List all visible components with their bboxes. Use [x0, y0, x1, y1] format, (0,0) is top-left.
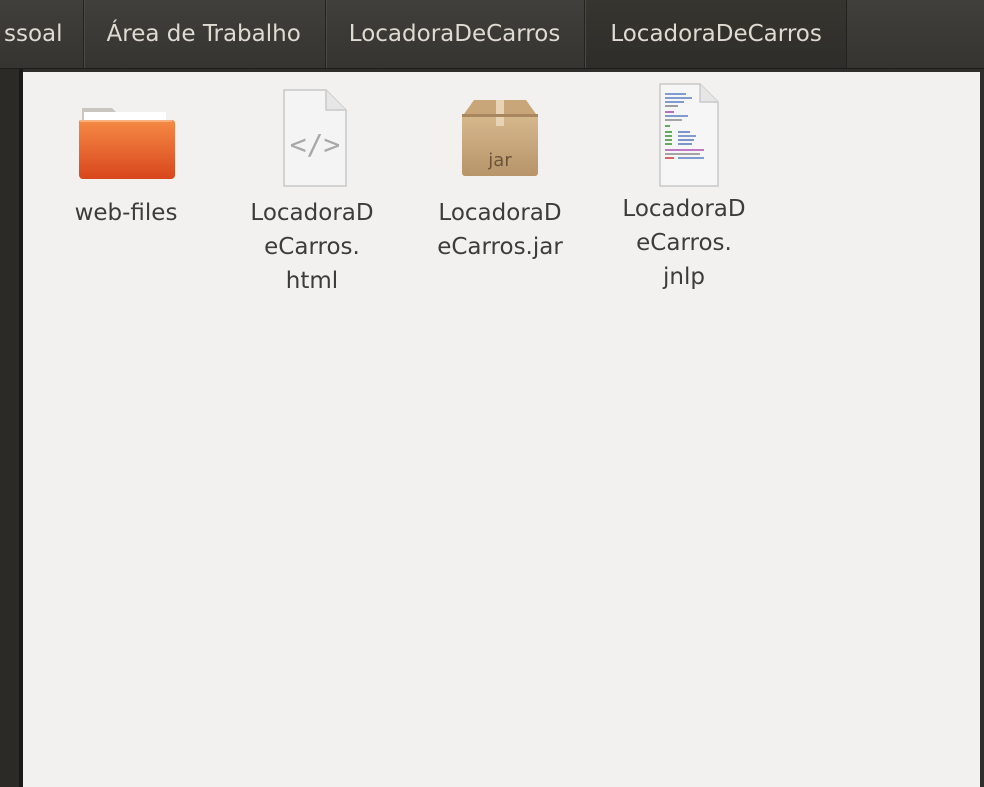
file-name-line: eCarros.jar — [437, 234, 563, 260]
file-item-jar[interactable]: jar LocadoraD eCarros.jar — [415, 86, 585, 264]
breadcrumb-area-de-trabalho[interactable]: Área de Trabalho — [83, 0, 326, 68]
file-item-web-files[interactable]: web-files — [41, 86, 211, 230]
folder-icon — [76, 86, 176, 196]
file-name-line: web-files — [74, 200, 178, 226]
file-name-line: LocadoraD — [622, 196, 746, 222]
breadcrumb-locadoradecarros-current[interactable]: LocadoraDeCarros — [585, 0, 847, 68]
file-name: LocadoraD eCarros.jar — [420, 196, 580, 264]
breadcrumb-pessoal[interactable]: ssoal — [0, 0, 84, 68]
file-name: LocadoraD eCarros. html — [232, 196, 392, 298]
jar-package-icon: jar — [450, 86, 550, 196]
sidebar-edge — [0, 69, 19, 787]
file-item-jnlp[interactable]: LocadoraD eCarros. jnlp — [599, 82, 769, 294]
file-name-line: eCarros. — [636, 230, 732, 256]
file-name: LocadoraD eCarros. jnlp — [604, 192, 764, 294]
file-name-line: LocadoraD — [438, 200, 562, 226]
file-name-line: html — [285, 268, 339, 294]
path-bar: ssoal Área de Trabalho LocadoraDeCarros … — [0, 0, 984, 69]
file-manager-window: ssoal Área de Trabalho LocadoraDeCarros … — [0, 0, 984, 787]
file-view[interactable]: web-files </> LocadoraD eCarros. html ja… — [23, 72, 980, 787]
jar-badge-text: jar — [487, 150, 512, 171]
breadcrumb-locadoradecarros[interactable]: LocadoraDeCarros — [325, 0, 586, 68]
breadcrumb-label: LocadoraDeCarros — [348, 21, 561, 47]
breadcrumb-label: ssoal — [4, 21, 63, 47]
html-file-icon: </> — [262, 86, 362, 196]
file-name-line: LocadoraD — [250, 200, 374, 226]
jnlp-file-icon — [634, 82, 734, 192]
file-name-line: eCarros. — [264, 234, 360, 260]
svg-text:</>: </> — [290, 128, 341, 161]
breadcrumb-label: Área de Trabalho — [106, 21, 301, 47]
file-item-html[interactable]: </> LocadoraD eCarros. html — [227, 86, 397, 298]
breadcrumb-label: LocadoraDeCarros — [610, 21, 822, 47]
window-edge — [980, 69, 984, 787]
file-name-line: jnlp — [663, 264, 705, 290]
file-name: web-files — [46, 196, 206, 230]
